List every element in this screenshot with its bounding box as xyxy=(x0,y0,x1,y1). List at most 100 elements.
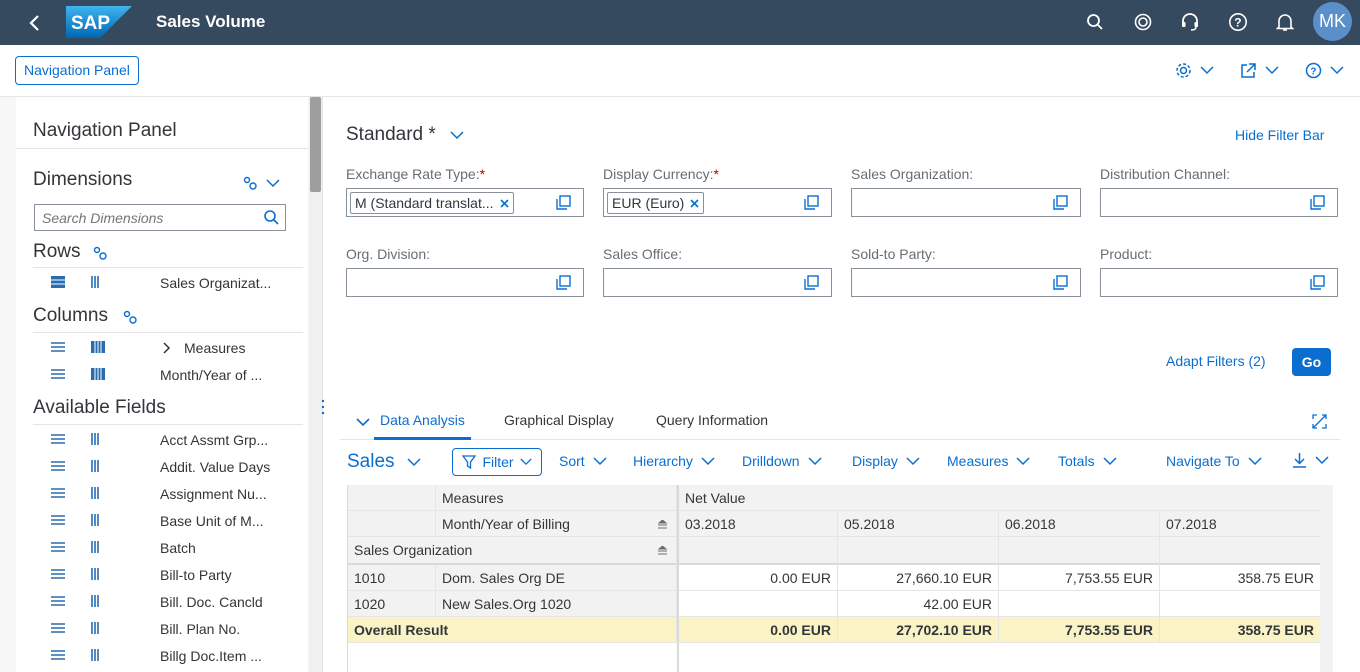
filter-button[interactable]: Filter xyxy=(452,448,542,476)
sales-organization-header[interactable]: Sales Organization xyxy=(348,537,677,565)
total-cell[interactable]: 358.75 EUR xyxy=(1160,617,1321,643)
dimensions-settings-button[interactable] xyxy=(242,175,280,191)
display-menu[interactable]: Display xyxy=(852,453,920,469)
help-icon[interactable]: ? xyxy=(1226,10,1250,34)
value-cell[interactable]: 42.00 EUR xyxy=(838,591,999,617)
tab-graphical-display[interactable]: Graphical Display xyxy=(504,412,614,428)
display-currency-token[interactable]: EUR (Euro) xyxy=(607,192,705,214)
settings-menu-button[interactable] xyxy=(1175,59,1214,81)
tab-query-information[interactable]: Query Information xyxy=(656,412,768,428)
close-icon[interactable] xyxy=(499,198,509,208)
fullscreen-icon[interactable] xyxy=(1312,414,1327,429)
available-field-item[interactable]: Assignment Nu... xyxy=(16,480,308,507)
dimensions-search[interactable] xyxy=(34,204,286,231)
measures-menu[interactable]: Measures xyxy=(947,453,1030,469)
chevron-down-icon xyxy=(1265,65,1279,74)
search-icon[interactable] xyxy=(1083,10,1107,34)
row-code[interactable]: 1010 xyxy=(348,565,436,591)
value-help-icon[interactable] xyxy=(804,195,819,210)
value-help-icon[interactable] xyxy=(556,195,571,210)
distribution-channel-field[interactable] xyxy=(1100,188,1338,217)
hide-filter-bar-link[interactable]: Hide Filter Bar xyxy=(1235,127,1324,143)
export-menu[interactable] xyxy=(1292,452,1329,468)
dimension-icon xyxy=(91,622,99,634)
display-currency-field[interactable]: EUR (Euro) xyxy=(603,188,832,217)
columns-field-item[interactable]: Month/Year of ... xyxy=(16,361,308,388)
columns-settings-icon[interactable] xyxy=(122,309,138,325)
value-help-icon[interactable] xyxy=(804,275,819,290)
available-field-item[interactable]: Bill-to Party xyxy=(16,561,308,588)
rows-settings-icon[interactable] xyxy=(92,245,108,261)
headset-icon[interactable] xyxy=(1178,10,1202,34)
help-menu-button[interactable]: ? xyxy=(1305,59,1344,81)
sold-to-party-field[interactable] xyxy=(851,268,1081,297)
value-help-icon[interactable] xyxy=(1053,195,1068,210)
search-icon[interactable] xyxy=(263,209,280,226)
share-menu-button[interactable] xyxy=(1240,59,1279,81)
value-cell[interactable] xyxy=(999,591,1160,617)
chevron-down-icon xyxy=(1330,65,1344,74)
adapt-filters-link[interactable]: Adapt Filters (2) xyxy=(1166,353,1266,369)
sales-office-field[interactable] xyxy=(603,268,832,297)
available-field-item[interactable]: Batch xyxy=(16,534,308,561)
total-cell[interactable]: 27,702.10 EUR xyxy=(838,617,999,643)
hierarchy-menu[interactable]: Hierarchy xyxy=(633,453,715,469)
totals-menu[interactable]: Totals xyxy=(1058,453,1117,469)
total-cell[interactable]: 0.00 EUR xyxy=(677,617,838,643)
back-icon[interactable] xyxy=(22,10,48,36)
sort-menu[interactable]: Sort xyxy=(559,453,607,469)
tab-data-analysis[interactable]: Data Analysis xyxy=(380,412,465,428)
value-help-icon[interactable] xyxy=(1310,195,1325,210)
value-help-icon[interactable] xyxy=(1310,275,1325,290)
value-cell[interactable] xyxy=(677,591,838,617)
product-field[interactable] xyxy=(1100,268,1338,297)
chevron-down-icon xyxy=(808,456,822,465)
value-help-icon[interactable] xyxy=(556,275,571,290)
exchange-rate-token[interactable]: M (Standard translat... xyxy=(350,192,514,214)
user-avatar[interactable]: MK xyxy=(1313,2,1352,41)
value-cell[interactable]: 0.00 EUR xyxy=(677,565,838,591)
org-division-field[interactable] xyxy=(346,268,584,297)
row-name[interactable]: Dom. Sales Org DE xyxy=(436,565,677,591)
available-field-item[interactable]: Acct Assmt Grp... xyxy=(16,426,308,453)
sort-icon[interactable] xyxy=(657,520,668,529)
rows-field-item[interactable]: Sales Organizat... xyxy=(16,269,308,296)
value-cell[interactable]: 27,660.10 EUR xyxy=(838,565,999,591)
dimension-icon xyxy=(91,541,99,553)
available-field-item[interactable]: Base Unit of M... xyxy=(16,507,308,534)
search-dimensions-input[interactable] xyxy=(35,205,255,230)
month-year-header[interactable]: Month/Year of Billing xyxy=(436,511,677,537)
value-cell[interactable] xyxy=(1160,591,1321,617)
value-cell[interactable]: 7,753.55 EUR xyxy=(999,565,1160,591)
available-field-item[interactable]: Bill. Doc. Cancld xyxy=(16,588,308,615)
navigation-panel-button[interactable]: Navigation Panel xyxy=(15,56,139,85)
total-cell[interactable]: 7,753.55 EUR xyxy=(999,617,1160,643)
available-field-item[interactable]: Bill. Plan No. xyxy=(16,615,308,642)
grid-scrollbar[interactable] xyxy=(1320,485,1333,672)
close-icon[interactable] xyxy=(690,198,699,208)
variant-selector[interactable]: Standard * xyxy=(346,124,464,146)
value-cell[interactable]: 358.75 EUR xyxy=(1160,565,1321,591)
row-code[interactable]: 1020 xyxy=(348,591,436,617)
row-name[interactable]: New Sales.Org 1020 xyxy=(436,591,677,617)
copilot-icon[interactable] xyxy=(1131,10,1155,34)
sales-organization-field[interactable] xyxy=(851,188,1081,217)
available-field-item[interactable]: Billg Doc.Item ... xyxy=(16,642,308,669)
dimension-icon xyxy=(91,568,99,580)
sap-logo[interactable]: SAP xyxy=(66,6,132,38)
drilldown-menu[interactable]: Drilldown xyxy=(742,453,822,469)
go-button[interactable]: Go xyxy=(1292,348,1331,376)
splitter-grip-icon[interactable] xyxy=(321,399,325,415)
nav-panel-scroll-thumb[interactable] xyxy=(310,97,321,192)
sales-view-selector[interactable]: Sales xyxy=(347,451,421,473)
columns-field-item[interactable]: Measures xyxy=(16,334,308,361)
value-help-icon[interactable] xyxy=(1053,275,1068,290)
collapse-chevron-icon[interactable] xyxy=(356,418,370,427)
navigate-to-menu[interactable]: Navigate To xyxy=(1166,453,1262,469)
exchange-rate-field[interactable]: M (Standard translat... xyxy=(346,188,584,217)
panel-splitter[interactable] xyxy=(321,97,334,672)
available-field-item[interactable]: Addit. Value Days xyxy=(16,453,308,480)
sort-icon[interactable] xyxy=(657,546,668,555)
chevron-right-icon[interactable] xyxy=(163,342,171,354)
bell-icon[interactable] xyxy=(1273,10,1297,34)
